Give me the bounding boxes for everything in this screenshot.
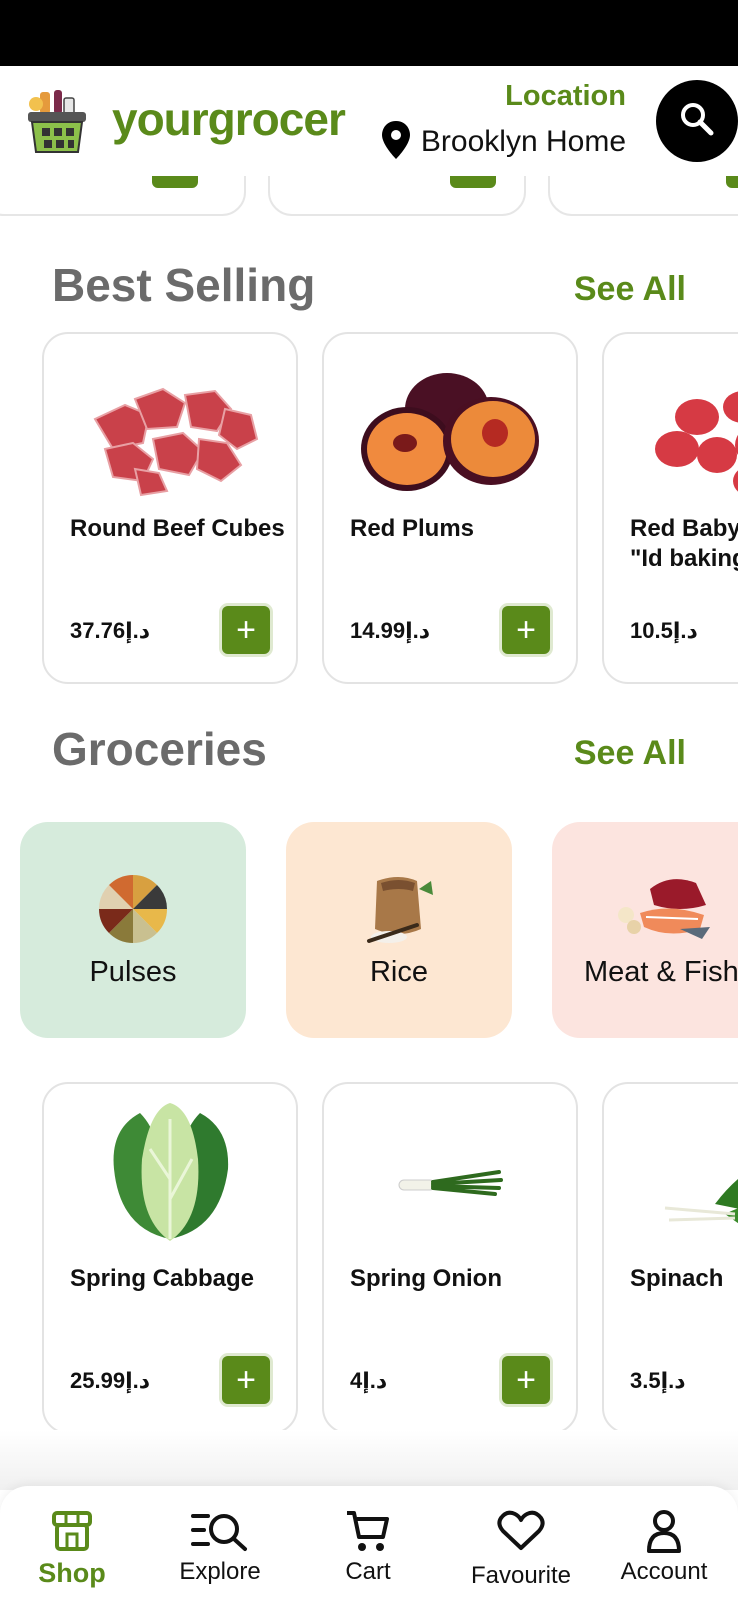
search-button[interactable] <box>656 80 738 162</box>
add-to-cart-button[interactable]: + <box>222 1356 270 1404</box>
groceries-carousel: Spring Cabbage د.إ25.99 + Spring Onion د… <box>0 1082 738 1442</box>
brand-name: yourgrocer <box>112 93 346 145</box>
beef-cubes-image <box>44 354 296 514</box>
add-to-cart-button[interactable]: + <box>222 606 270 654</box>
pulses-image <box>20 864 246 954</box>
nav-shop[interactable]: Shop <box>12 1506 132 1596</box>
cart-icon <box>308 1506 428 1556</box>
app-header: yourgrocer Location Brooklyn Home <box>0 66 738 176</box>
status-bar <box>0 0 738 66</box>
nav-label: Shop <box>38 1558 106 1588</box>
product-name: Red Plums <box>350 515 475 542</box>
search-icon <box>678 100 716 143</box>
location-label: Location <box>505 80 626 112</box>
groceries-see-all-link[interactable]: See All <box>574 734 686 773</box>
product-card[interactable]: Round Beef Cubes د.إ37.76 + <box>42 332 298 684</box>
category-label: Rice <box>369 956 428 988</box>
nav-label: Explore <box>179 1558 261 1585</box>
nav-label: Favourite <box>470 1562 572 1589</box>
onion-image <box>324 1104 576 1264</box>
product-card[interactable]: Spring Onion د.إ4 + <box>322 1082 578 1434</box>
product-price: د.إ3.5 <box>630 1368 686 1393</box>
plums-image <box>324 354 576 514</box>
bottom-navigation: Shop Explore Cart Favourite Account <box>0 1486 738 1600</box>
category-pulses[interactable]: Pulses <box>20 822 246 1038</box>
peek-card <box>0 176 246 216</box>
category-label: Pulses <box>89 956 177 988</box>
nav-label: Cart <box>345 1558 391 1585</box>
basket-logo-icon <box>24 88 94 158</box>
user-icon <box>604 1506 724 1556</box>
product-price: د.إ4 <box>350 1368 388 1393</box>
product-name: Round Beef Cubes <box>70 515 285 542</box>
nav-label: Account <box>620 1558 708 1585</box>
product-name: Spring Onion <box>350 1265 502 1292</box>
nav-favourite[interactable]: Favourite <box>456 1506 586 1596</box>
product-card[interactable]: Red Baby Potato "Id baking" د.إ10.5 <box>602 332 738 684</box>
nav-explore[interactable]: Explore <box>160 1506 280 1596</box>
best-selling-carousel: Round Beef Cubes د.إ37.76 + Red Plums د.… <box>0 332 738 692</box>
peek-card <box>268 176 526 216</box>
location-name: Brooklyn Home <box>420 125 626 158</box>
location-selector[interactable]: Brooklyn Home <box>381 120 626 164</box>
best-selling-see-all-link[interactable]: See All <box>574 270 686 309</box>
spinach-image <box>604 1104 738 1264</box>
rice-sack-image <box>286 864 512 954</box>
peek-card <box>548 176 738 216</box>
product-price: د.إ37.76 <box>70 618 151 643</box>
category-label: Meat & Fish <box>584 956 738 988</box>
meat-fish-image <box>552 864 738 954</box>
map-pin-icon <box>381 120 411 165</box>
product-price: د.إ14.99 <box>350 618 431 643</box>
category-meat-fish[interactable]: Meat & Fish <box>552 822 738 1038</box>
shop-icon <box>12 1506 132 1556</box>
section-title-best-selling: Best Selling <box>52 259 316 311</box>
add-to-cart-button[interactable]: + <box>502 606 550 654</box>
content-fade <box>0 1430 738 1490</box>
cabbage-image <box>44 1094 296 1254</box>
potatoes-image <box>604 354 738 514</box>
grocery-categories: Pulses Rice Meat & Fish <box>0 822 738 1038</box>
section-title-groceries: Groceries <box>52 723 267 775</box>
product-price: د.إ25.99 <box>70 1368 151 1393</box>
product-name: Spring Cabbage <box>70 1265 255 1292</box>
product-name: Spinach <box>630 1265 724 1292</box>
category-rice[interactable]: Rice <box>286 822 512 1038</box>
heart-icon <box>456 1506 586 1556</box>
nav-cart[interactable]: Cart <box>308 1506 428 1596</box>
product-card[interactable]: Red Plums د.إ14.99 + <box>322 332 578 684</box>
previous-row-cards <box>0 176 738 216</box>
explore-icon <box>160 1506 280 1556</box>
nav-account[interactable]: Account <box>604 1506 724 1596</box>
product-price: د.إ10.5 <box>630 618 698 643</box>
product-card[interactable]: Spring Cabbage د.إ25.99 + <box>42 1082 298 1434</box>
add-to-cart-button[interactable]: + <box>502 1356 550 1404</box>
product-card[interactable]: Spinach د.إ3.5 <box>602 1082 738 1434</box>
product-name: Red Baby Potato "Id baking" <box>630 515 738 572</box>
